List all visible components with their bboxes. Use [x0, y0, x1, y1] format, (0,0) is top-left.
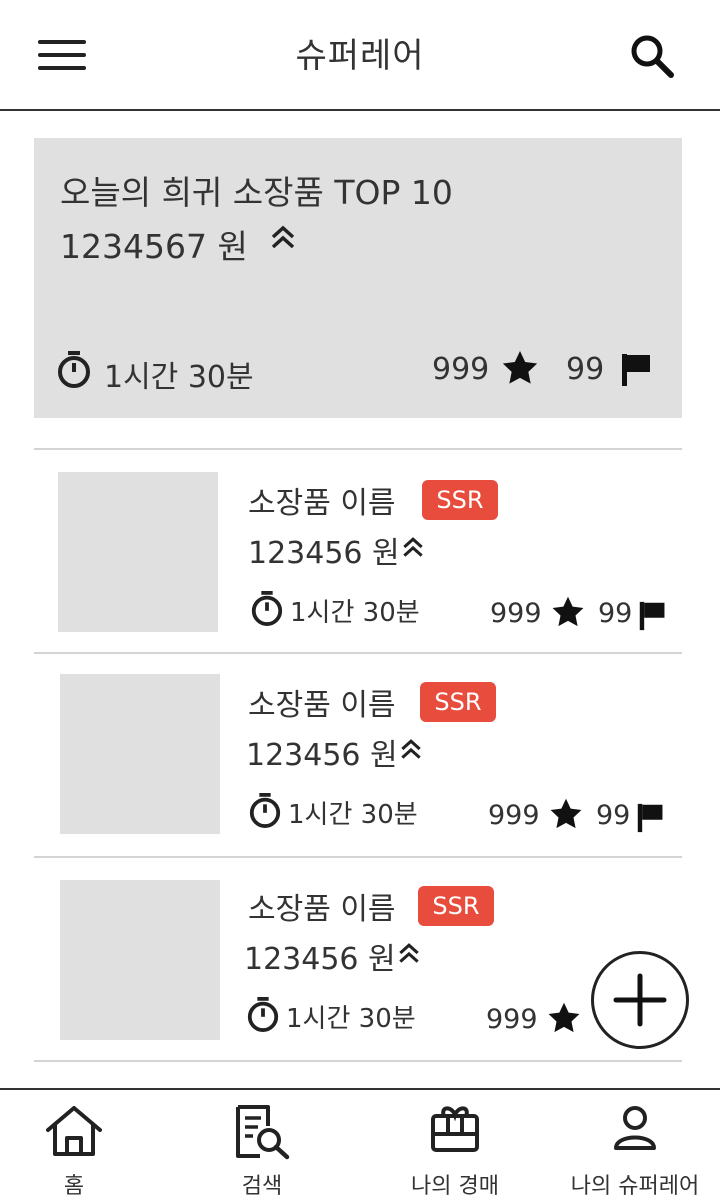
time-remaining: 1시간 30분	[290, 598, 420, 628]
list-item[interactable]: 소장품 이름 SSR 123456 원 1시간 30분 999 99	[34, 450, 682, 650]
add-button[interactable]	[591, 951, 689, 1049]
list-item[interactable]: 소장품 이름 SSR 123456 원 1시간 30분 999 99	[34, 652, 682, 852]
stopwatch-icon	[248, 792, 282, 828]
flag-count: 99	[596, 800, 631, 831]
star-count: 999	[488, 800, 540, 831]
user-icon	[612, 1104, 658, 1158]
flag-count: 99	[598, 598, 633, 629]
flag-icon[interactable]	[638, 600, 668, 632]
item-name: 소장품 이름	[248, 688, 396, 723]
nav-home[interactable]: 홈	[14, 1090, 134, 1200]
double-chevron-up-icon	[400, 534, 426, 560]
nav-home-label: 홈	[63, 1174, 85, 1199]
stopwatch-icon	[246, 996, 280, 1032]
item-price: 123456 원	[246, 738, 398, 773]
bottom-nav: 홈 검색 나의 경매 나의 슈퍼레어	[0, 1088, 720, 1200]
nav-my-auctions[interactable]: 나의 경매	[390, 1090, 520, 1200]
gift-box-icon	[430, 1104, 480, 1158]
list-item[interactable]: 소장품 이름 SSR 123456 원 1시간 30분 999	[34, 856, 682, 1056]
item-price: 123456 원	[248, 536, 400, 571]
featured-card[interactable]: 오늘의 희귀 소장품 TOP 10 1234567 원 1시간 30분 999 …	[34, 138, 682, 418]
star-icon[interactable]	[548, 796, 584, 832]
stopwatch-icon	[56, 350, 92, 388]
nav-my-auctions-label: 나의 경매	[411, 1174, 499, 1199]
stopwatch-icon	[250, 590, 284, 626]
list-divider	[34, 1060, 682, 1062]
nav-search-label: 검색	[241, 1174, 283, 1199]
time-remaining: 1시간 30분	[104, 360, 254, 395]
star-icon[interactable]	[546, 1000, 582, 1036]
rarity-badge: SSR	[418, 886, 494, 926]
app-title: 슈퍼레어	[295, 36, 425, 76]
item-thumbnail	[60, 880, 220, 1040]
nav-my-superrare-label: 나의 슈퍼레어	[570, 1174, 700, 1199]
star-count: 999	[432, 352, 490, 387]
item-name: 소장품 이름	[248, 892, 396, 927]
item-price: 123456 원	[244, 942, 396, 977]
search-document-icon	[234, 1104, 292, 1164]
double-chevron-up-icon	[268, 222, 298, 252]
star-count: 999	[490, 598, 542, 629]
time-remaining: 1시간 30분	[288, 800, 418, 830]
time-remaining: 1시간 30분	[286, 1004, 416, 1034]
item-thumbnail	[58, 472, 218, 632]
double-chevron-up-icon	[398, 736, 424, 762]
rarity-badge: SSR	[422, 480, 498, 520]
featured-title: 오늘의 희귀 소장품 TOP 10	[60, 173, 453, 212]
star-count: 999	[486, 1004, 538, 1035]
home-icon	[44, 1104, 104, 1162]
item-name: 소장품 이름	[248, 486, 396, 521]
app-header: 슈퍼레어	[0, 0, 720, 111]
star-icon[interactable]	[500, 348, 540, 388]
nav-my-superrare[interactable]: 나의 슈퍼레어	[560, 1090, 710, 1200]
flag-count: 99	[566, 352, 605, 387]
double-chevron-up-icon	[396, 940, 422, 966]
nav-search[interactable]: 검색	[200, 1090, 324, 1200]
star-icon[interactable]	[550, 594, 586, 630]
featured-price: 1234567 원	[60, 227, 248, 266]
flag-icon[interactable]	[620, 352, 654, 388]
rarity-badge: SSR	[420, 682, 496, 722]
search-icon[interactable]	[628, 32, 676, 80]
item-thumbnail	[60, 674, 220, 834]
flag-icon[interactable]	[636, 802, 666, 834]
